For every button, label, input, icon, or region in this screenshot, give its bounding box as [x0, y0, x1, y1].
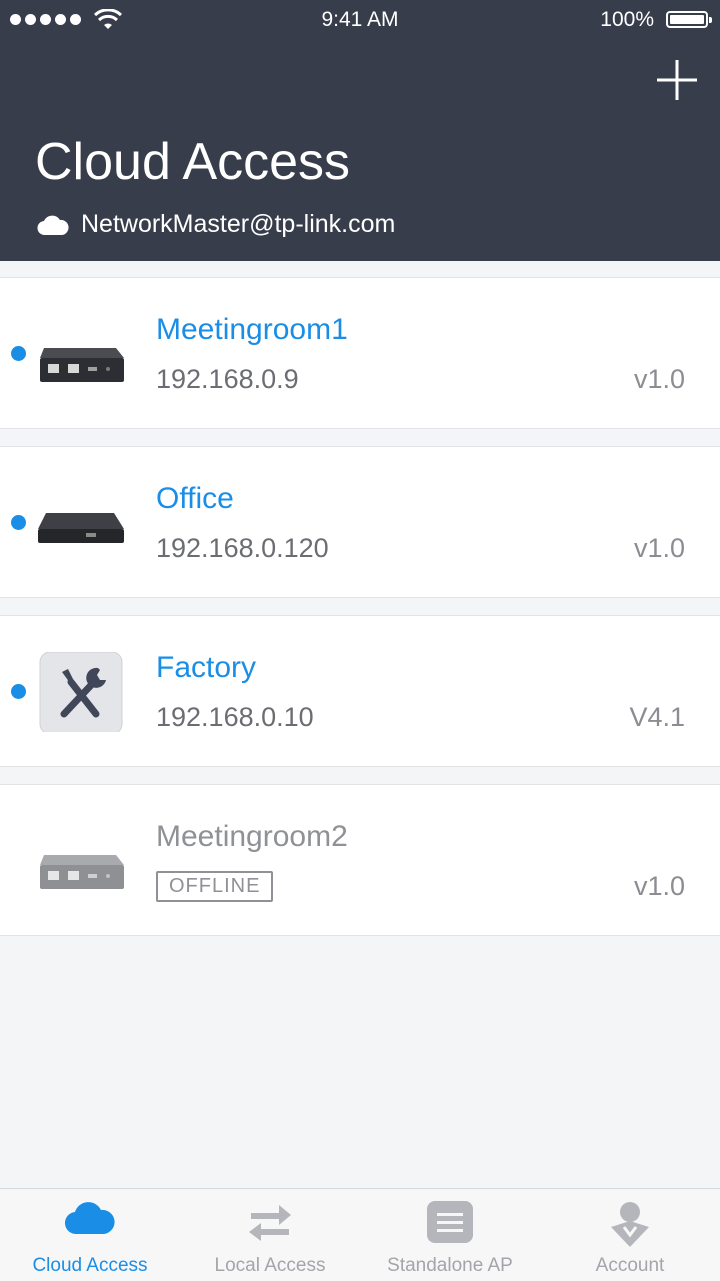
status-bar: 9:41 AM 100%	[0, 0, 720, 40]
cloud-icon	[64, 1202, 115, 1235]
tab-bar: Cloud Access Local Access Standalone AP …	[0, 1188, 720, 1281]
tools-icon	[39, 652, 123, 732]
tab-standalone-ap[interactable]: Standalone AP	[360, 1189, 540, 1281]
battery-icon	[666, 11, 712, 28]
account-email: NetworkMaster@tp-link.com	[81, 210, 396, 238]
controller-device-image	[40, 348, 124, 382]
user-icon	[611, 1202, 649, 1247]
device-row[interactable]: Factory 192.168.0.10 V4.1	[0, 615, 720, 767]
tab-local-access[interactable]: Local Access	[180, 1189, 360, 1281]
battery-percent: 100%	[600, 8, 654, 31]
account-line: NetworkMaster@tp-link.com	[37, 210, 395, 239]
online-indicator	[11, 684, 26, 699]
header: 9:41 AM 100% Cloud Access NetworkMaster@…	[0, 0, 720, 261]
device-row[interactable]: Meetingroom2 OFFLINE v1.0	[0, 784, 720, 936]
device-list: Meetingroom1 192.168.0.9 v1.0 Office 192…	[0, 277, 720, 953]
page-title: Cloud Access	[35, 133, 351, 191]
device-version: v1.0	[633, 871, 685, 901]
device-ip: 192.168.0.10	[156, 702, 314, 732]
offline-badge: OFFLINE	[156, 871, 274, 902]
tab-label: Account	[595, 1255, 665, 1276]
tab-label: Cloud Access	[32, 1255, 148, 1276]
device-version: V4.1	[629, 702, 685, 732]
online-indicator	[11, 515, 26, 530]
tab-cloud-access[interactable]: Cloud Access	[0, 1189, 180, 1281]
device-row[interactable]: Office 192.168.0.120 v1.0	[0, 446, 720, 598]
device-name: Factory	[156, 651, 257, 684]
transfer-arrows-icon	[249, 1205, 291, 1241]
device-name: Meetingroom1	[156, 313, 348, 346]
tab-label: Local Access	[214, 1255, 326, 1276]
list-icon	[427, 1201, 473, 1243]
cloud-icon	[37, 215, 69, 235]
tab-account[interactable]: Account	[540, 1189, 720, 1281]
device-version: v1.0	[633, 533, 685, 563]
device-version: v1.0	[633, 364, 685, 394]
device-ip: 192.168.0.120	[156, 533, 329, 563]
controller-device-image	[40, 855, 124, 889]
device-row[interactable]: Meetingroom1 192.168.0.9 v1.0	[0, 277, 720, 429]
controller-device-image	[38, 513, 124, 543]
tab-label: Standalone AP	[387, 1255, 513, 1276]
add-button[interactable]	[654, 57, 700, 103]
device-ip: 192.168.0.9	[156, 364, 299, 394]
online-indicator	[11, 346, 26, 361]
device-name: Office	[156, 482, 234, 515]
device-name: Meetingroom2	[156, 820, 348, 853]
